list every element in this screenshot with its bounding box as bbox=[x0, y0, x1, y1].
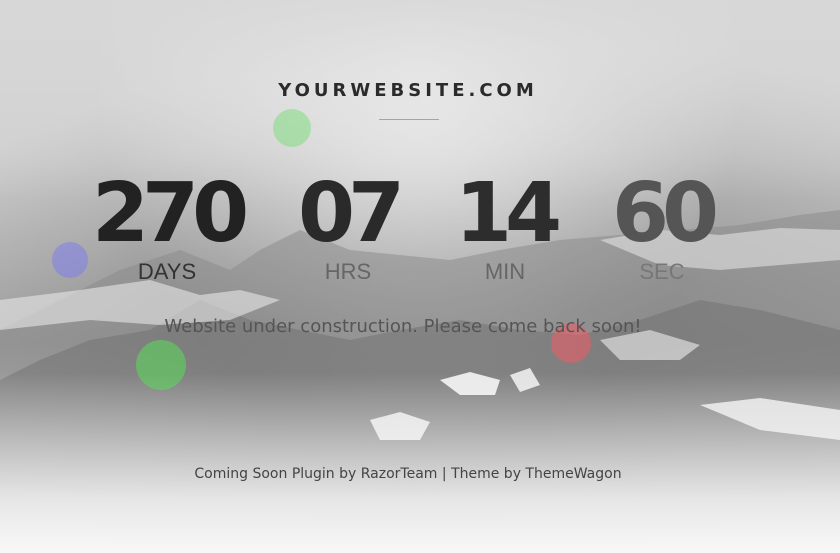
countdown-hours-label: HRS bbox=[324, 259, 372, 284]
countdown-days: 270 DAYS bbox=[92, 166, 249, 284]
countdown-minutes: 14 MIN bbox=[455, 166, 562, 284]
countdown-seconds-value: 60 bbox=[612, 166, 719, 261]
countdown-hours-value: 07 bbox=[297, 166, 405, 261]
site-title: YOURWEBSITE.COM bbox=[278, 80, 538, 101]
countdown-hours: 07 HRS bbox=[293, 166, 405, 284]
construction-message: Website under construction. Please come … bbox=[164, 316, 642, 337]
countdown-seconds: 60 SEC bbox=[612, 166, 719, 284]
theme-credit-link[interactable]: Theme by ThemeWagon bbox=[451, 466, 622, 482]
decorative-bubble-green bbox=[273, 109, 311, 147]
plugin-credit-link[interactable]: Coming Soon Plugin by RazorTeam bbox=[194, 466, 437, 482]
bottom-fade-overlay bbox=[0, 373, 840, 553]
countdown-days-label: DAYS bbox=[137, 259, 197, 284]
countdown-minutes-value: 14 bbox=[455, 166, 562, 261]
countdown-days-value: 270 bbox=[92, 166, 249, 261]
decorative-bubble-blue bbox=[52, 242, 88, 278]
title-underline bbox=[379, 119, 439, 120]
decorative-bubble-green-large bbox=[136, 340, 186, 390]
countdown-minutes-label: MIN bbox=[484, 259, 526, 284]
footer-separator: | bbox=[441, 466, 447, 482]
countdown-seconds-label: SEC bbox=[639, 259, 685, 284]
footer-credits: Coming Soon Plugin by RazorTeam | Theme … bbox=[0, 466, 816, 482]
